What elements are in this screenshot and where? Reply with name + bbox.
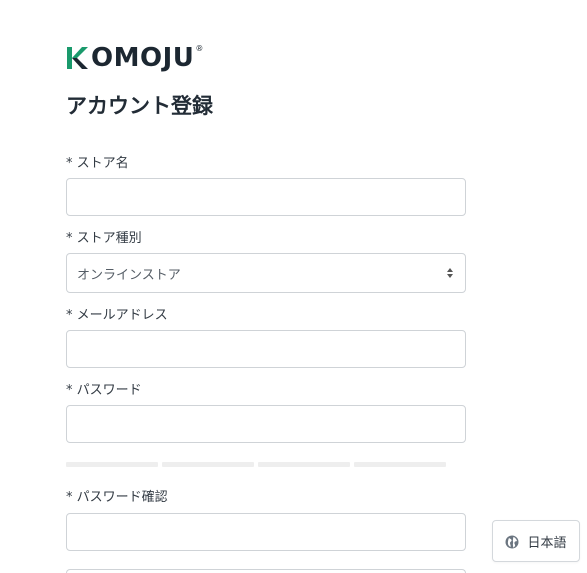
store-name-input[interactable]	[66, 178, 466, 216]
strength-segment	[66, 462, 158, 467]
email-label: * メールアドレス	[66, 308, 168, 323]
strength-segment	[258, 462, 350, 467]
store-type-label: * ストア種別	[66, 231, 142, 246]
strength-segment	[162, 462, 254, 467]
language-label: 日本語	[527, 535, 567, 551]
store-type-selected: オンラインストア	[77, 267, 181, 283]
strength-segment	[354, 462, 446, 467]
next-field-input[interactable]	[66, 569, 466, 573]
password-input[interactable]	[66, 405, 466, 443]
komoju-logo: OMOJU ®	[66, 44, 203, 72]
brand-name-rest: OMOJU	[91, 43, 195, 73]
komoju-k-mark-icon	[66, 45, 90, 71]
email-input[interactable]	[66, 330, 466, 368]
password-strength-meter	[66, 462, 446, 467]
store-type-select[interactable]: オンラインストア	[66, 253, 466, 293]
password-confirm-input[interactable]	[66, 513, 466, 551]
globe-icon	[505, 534, 519, 549]
store-name-label: * ストア名	[66, 156, 129, 171]
registered-mark: ®	[195, 44, 204, 53]
brand-name: OMOJU	[91, 44, 194, 72]
password-confirm-label: * パスワード確認	[66, 490, 168, 505]
select-arrows-icon	[445, 268, 455, 278]
language-switcher-button[interactable]: 日本語	[492, 520, 580, 562]
page-title: アカウント登録	[66, 94, 213, 118]
signup-page: OMOJU ® アカウント登録 * ストア名 * ストア種別 オンラインストア …	[0, 0, 587, 573]
password-label: * パスワード	[66, 383, 142, 398]
